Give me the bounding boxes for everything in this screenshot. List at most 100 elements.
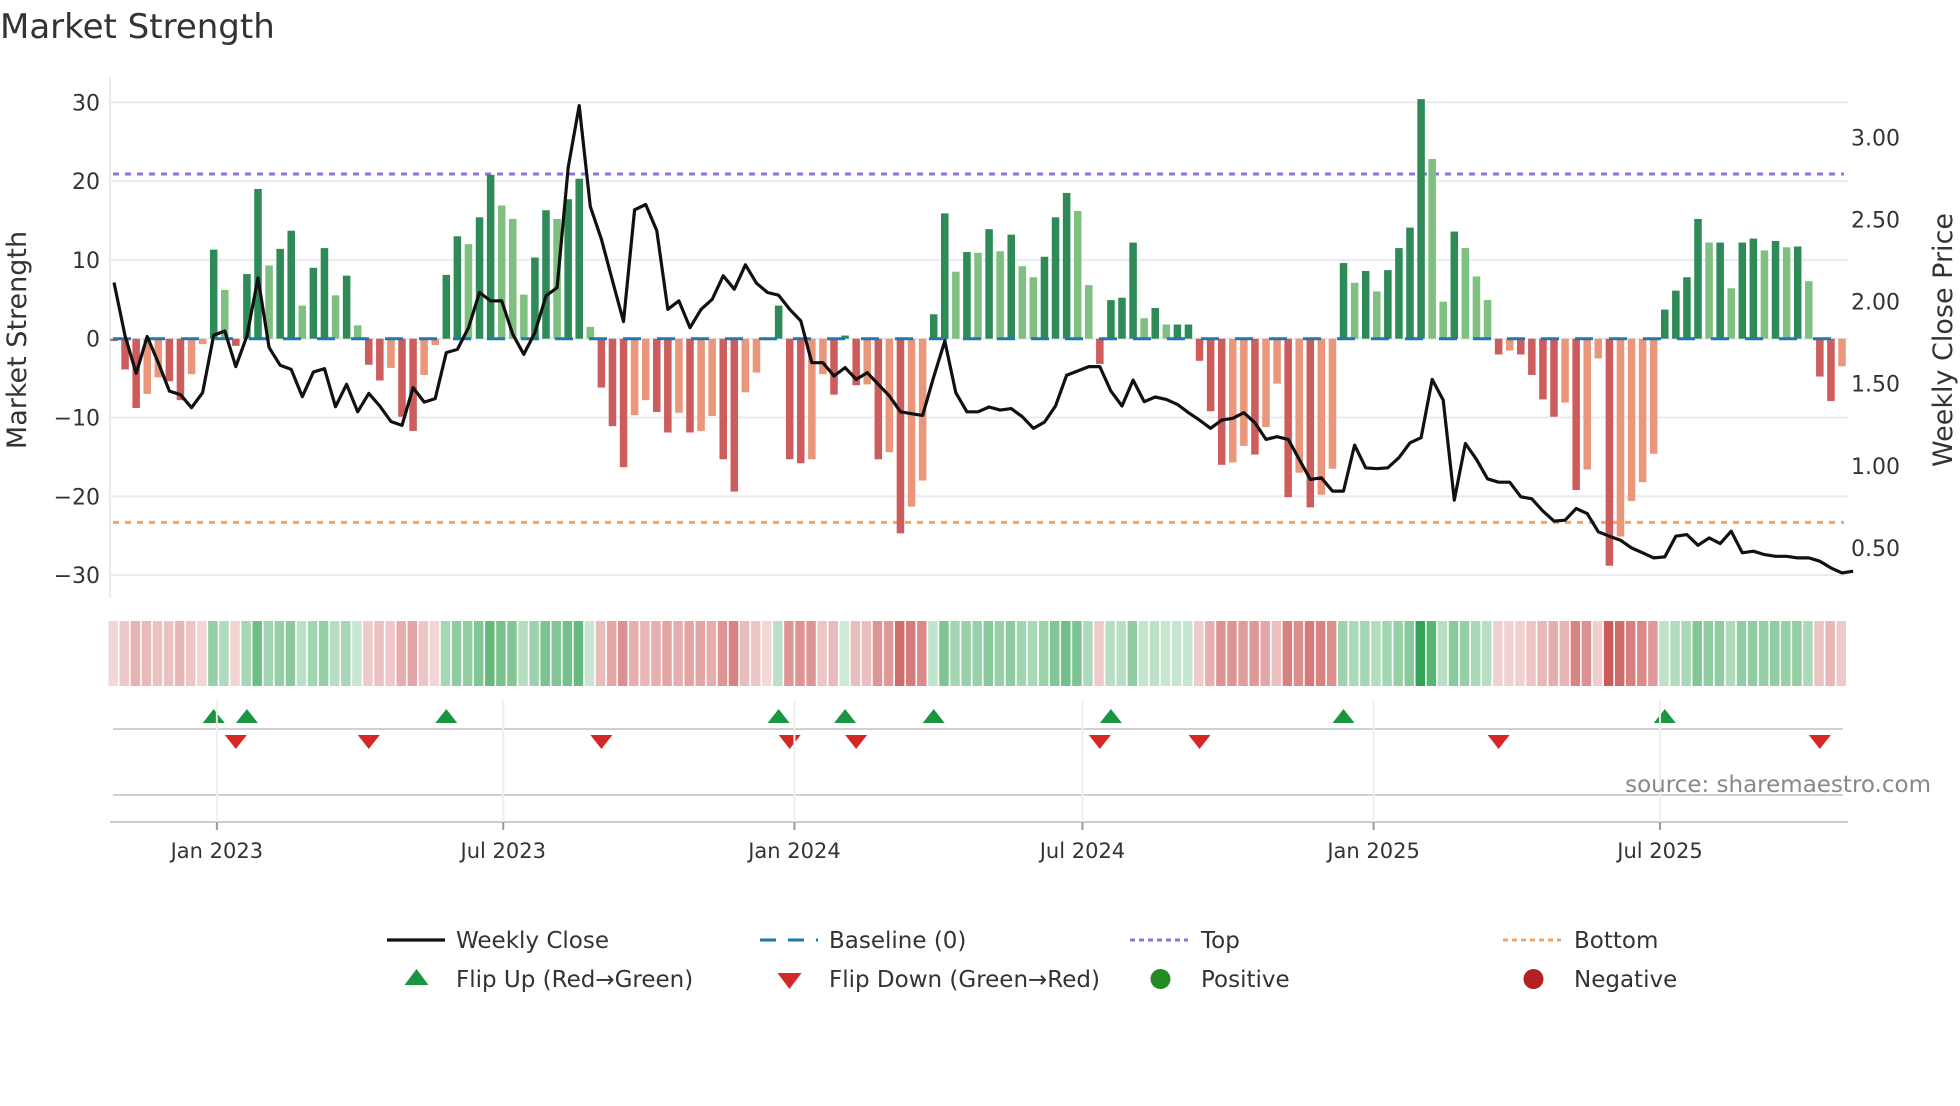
strip-cell: [828, 621, 838, 686]
strip-cell: [230, 621, 240, 686]
strength-bar: [1229, 338, 1237, 463]
strength-bar: [1317, 338, 1326, 495]
strip-cell: [739, 621, 750, 686]
strength-bar: [1450, 231, 1459, 339]
strip-cell: [318, 621, 329, 686]
flip-up-marker: [235, 709, 258, 723]
strip-cell: [1149, 621, 1160, 686]
strength-bar: [1472, 276, 1481, 339]
y-tick-label: −30: [54, 564, 100, 589]
strength-bar: [1661, 309, 1669, 339]
strength-bar: [697, 338, 705, 431]
flip-markers-panel: [110, 709, 1848, 823]
strip-cell: [1559, 621, 1570, 686]
strip-cell: [252, 621, 262, 686]
strength-bar: [797, 338, 805, 464]
strip-cell: [1825, 621, 1835, 686]
strip-cell: [894, 621, 905, 686]
y-tick-label: 0: [86, 328, 100, 353]
strength-bar: [1395, 248, 1403, 339]
strip-cell: [1105, 621, 1115, 686]
strip-cell: [861, 621, 872, 686]
strength-bar: [1195, 338, 1204, 361]
strength-bar: [309, 267, 318, 339]
strength-bar: [675, 338, 683, 413]
x-axis-ticks: Jan 2023 Jul 2023 Jan 2024 Jul 2024 Jan 2025…: [169, 700, 1703, 863]
strip-cell: [186, 621, 196, 686]
strength-bar: [785, 338, 794, 460]
strength-bar: [1760, 250, 1769, 339]
strip-cell: [485, 621, 495, 686]
strip-cell: [330, 621, 340, 686]
strip-cell: [396, 621, 406, 686]
strip-cell: [119, 621, 130, 686]
strength-bar: [1140, 318, 1148, 339]
strip-cell: [1338, 621, 1348, 686]
strength-bar: [1649, 338, 1658, 454]
strength-bar: [1838, 338, 1846, 367]
strength-bar: [752, 338, 761, 373]
flip-down-marker: [357, 735, 380, 749]
strip-cell: [872, 621, 883, 686]
strength-heat-strip: [108, 621, 1846, 686]
strength-bar: [254, 188, 262, 339]
legend-label: Weekly Close: [456, 928, 609, 954]
strip-cell: [1459, 621, 1470, 686]
strip-cell: [241, 621, 251, 686]
strip-cell: [773, 621, 783, 686]
strength-bar: [1173, 324, 1182, 339]
strip-cell: [352, 621, 362, 686]
strip-cell: [750, 621, 761, 686]
strip-cell: [928, 621, 938, 686]
strength-bar: [619, 338, 628, 468]
strength-bar: [1251, 338, 1259, 455]
strip-cell: [1326, 621, 1337, 686]
strip-cell: [1614, 621, 1625, 686]
strip-cell: [1581, 621, 1592, 686]
strip-cell: [1648, 621, 1658, 686]
strength-bar: [1428, 159, 1436, 339]
strength-bar: [1406, 227, 1414, 339]
strip-cell: [562, 621, 573, 686]
strip-cell: [307, 621, 318, 686]
y-tick-label: 30: [72, 91, 100, 116]
legend-label: Baseline (0): [829, 928, 966, 954]
y2-tick-label: 2.00: [1851, 291, 1900, 316]
strip-cell: [407, 621, 418, 686]
strength-bar: [1827, 338, 1835, 401]
legend-item-flip_down: Flip Down (Green→Red): [777, 967, 1100, 993]
strip-cell: [961, 621, 971, 686]
strip-cell: [673, 621, 683, 686]
y2-tick-label: 2.50: [1851, 208, 1900, 233]
strength-bar: [1162, 324, 1171, 339]
strength-bar: [1749, 238, 1758, 339]
strip-cell: [219, 621, 229, 686]
strength-bar: [1616, 338, 1625, 537]
strength-bar: [1273, 338, 1281, 384]
strength-bar: [1007, 234, 1015, 339]
strip-cell: [728, 621, 739, 686]
strength-bar: [1217, 338, 1226, 465]
strength-bar: [1085, 285, 1093, 339]
strength-bar: [1107, 300, 1115, 339]
triangle-up-icon: [404, 969, 429, 985]
flip-up-marker: [922, 709, 945, 723]
y2-axis-label: Weekly Close Price: [1928, 213, 1959, 467]
legend-item-close: Weekly Close: [387, 928, 609, 954]
strip-cell: [1526, 621, 1536, 686]
flip-up-marker: [435, 709, 458, 723]
strip-cell: [684, 621, 694, 686]
strip-cell: [629, 621, 639, 686]
strength-bar: [1594, 338, 1603, 359]
x-tick-label: Jan 2023: [169, 839, 264, 863]
strip-cell: [141, 621, 152, 686]
strength-bar: [187, 338, 196, 375]
strip-cell: [1050, 621, 1060, 686]
strip-cell: [1836, 621, 1846, 686]
strength-bar: [1583, 338, 1591, 470]
flip-up-marker: [834, 709, 857, 723]
strength-bar: [741, 338, 750, 393]
strength-bar: [165, 338, 174, 382]
x-tick-label: Jan 2025: [1325, 839, 1420, 863]
strength-bar: [1096, 338, 1104, 364]
